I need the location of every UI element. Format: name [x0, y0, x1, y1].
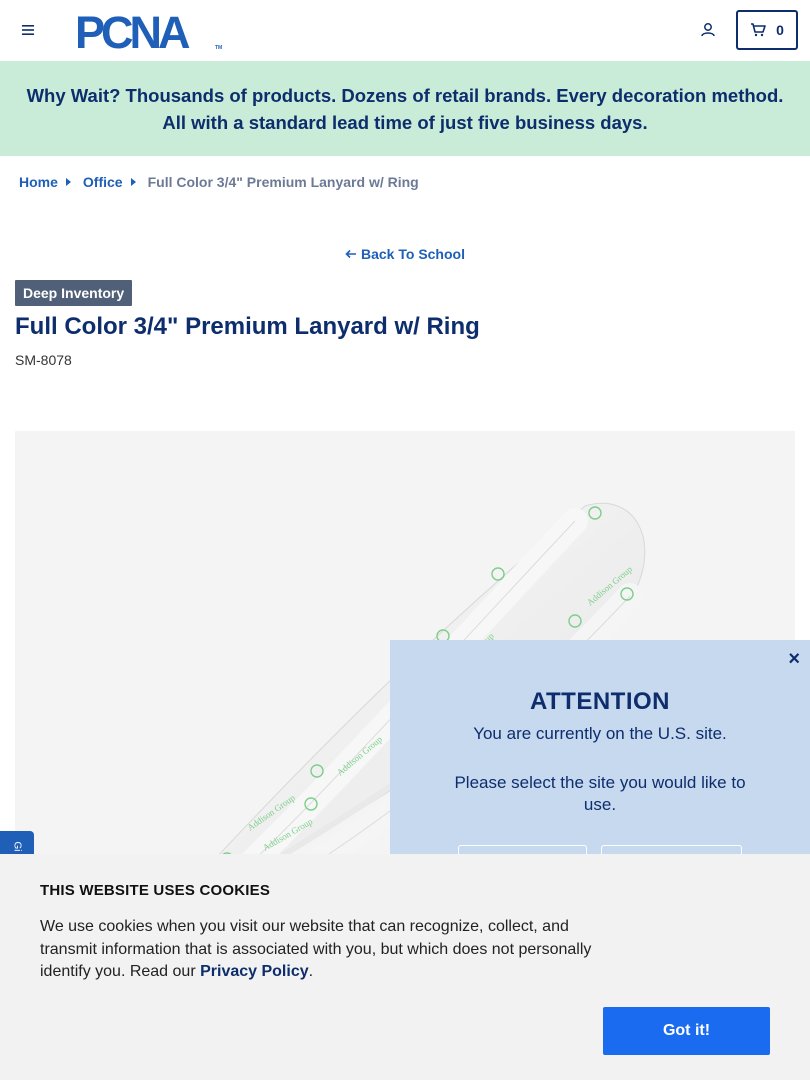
- cookie-body: We use cookies when you visit our websit…: [40, 916, 610, 984]
- cart-button[interactable]: 0: [736, 10, 798, 50]
- cookie-body-suffix: .: [308, 963, 314, 980]
- promo-text: Why Wait? Thousands of products. Dozens …: [26, 84, 784, 133]
- attention-prompt: Please select the site you would like to…: [454, 773, 746, 814]
- attention-message: You are currently on the U.S. site.: [473, 724, 727, 743]
- cookie-banner: THIS WEBSITE USES COOKIES We use cookies…: [0, 854, 810, 1080]
- breadcrumb-office[interactable]: Office: [83, 174, 123, 190]
- account-user-icon[interactable]: [698, 20, 718, 40]
- breadcrumb-caret-icon: [130, 178, 136, 186]
- cart-icon: [751, 23, 766, 37]
- attention-title: ATTENTION: [529, 688, 671, 715]
- pcna-logo[interactable]: PCNA TM: [75, 7, 225, 58]
- feedback-tab-label: Gi: [11, 841, 23, 851]
- close-icon[interactable]: ×: [788, 648, 800, 671]
- product-title: Full Color 3/4" Premium Lanyard w/ Ring: [15, 313, 480, 340]
- breadcrumb-home[interactable]: Home: [19, 174, 58, 190]
- accept-cookies-button[interactable]: Got it!: [603, 1007, 770, 1055]
- breadcrumb: Home Office Full Color 3/4" Premium Lany…: [19, 174, 419, 190]
- arrow-left-icon: [345, 246, 357, 262]
- cart-count: 0: [776, 22, 784, 38]
- breadcrumb-caret-icon: [65, 178, 71, 186]
- hamburger-menu-icon[interactable]: [18, 20, 38, 40]
- back-link-label: Back To School: [361, 246, 465, 262]
- back-to-school-link[interactable]: Back To School: [0, 246, 810, 262]
- privacy-policy-link[interactable]: Privacy Policy: [200, 963, 309, 980]
- product-sku: SM-8078: [15, 352, 72, 368]
- cookie-title: THIS WEBSITE USES COOKIES: [40, 882, 271, 899]
- deep-inventory-badge: Deep Inventory: [15, 280, 133, 306]
- logo-wordmark: PCNA: [75, 10, 190, 52]
- site-header: PCNA TM 0: [0, 0, 810, 61]
- promo-banner: Why Wait? Thousands of products. Dozens …: [0, 61, 810, 156]
- breadcrumb-current: Full Color 3/4" Premium Lanyard w/ Ring: [147, 174, 419, 190]
- logo-trademark: TM: [215, 45, 222, 51]
- cookie-body-text: We use cookies when you visit our websit…: [40, 918, 592, 980]
